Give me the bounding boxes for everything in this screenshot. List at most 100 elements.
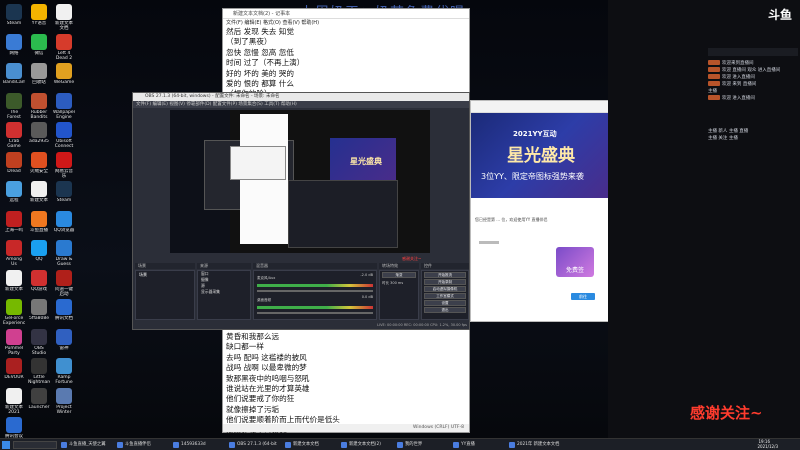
- browser-toolbar[interactable]: [471, 101, 609, 113]
- desktop-icon[interactable]: 网易云音乐: [53, 151, 75, 179]
- desktop-icon[interactable]: 微信: [28, 33, 50, 61]
- taskbar[interactable]: 斗鱼直播_天使之翼 斗鱼直播伴侣 14593633d OBS 27.1.3 (64-b…: [0, 438, 800, 450]
- taskbar-app-button[interactable]: 新建文本文档: [284, 440, 338, 450]
- app-icon: [56, 122, 72, 138]
- overlay-thanks-text: 感谢关注~: [690, 404, 763, 422]
- desktop-icon[interactable]: 回收站: [28, 63, 50, 90]
- notepad-lyrics-lower[interactable]: 黄昏和我那么远 缺口都一样 去吗 配吗 这褴褛的披风 战吗 战啊 以最卑微的梦 致那黑夜…: [226, 332, 465, 436]
- desktop-icon[interactable]: 新建文本: [28, 181, 50, 208]
- volume-slider[interactable]: [257, 312, 373, 314]
- desktop-icon[interactable]: Pummel Party: [3, 328, 25, 356]
- app-icon: [56, 210, 72, 227]
- transition-select[interactable]: 渐变: [382, 272, 416, 278]
- start-button[interactable]: [2, 441, 10, 449]
- control-button[interactable]: 启动虚拟摄像机: [424, 286, 466, 292]
- desktop-icon[interactable]: Crab Game: [3, 122, 25, 149]
- desktop-icon[interactable]: Ramp Fortune: [53, 358, 75, 385]
- douyu-chat-list[interactable]: 欢迎来到直播间 欢迎 直播间 观众 进入直播间 欢迎 进入直播间 欢迎 来到 直播间主…: [708, 60, 798, 102]
- desktop-icon[interactable]: QQ: [28, 240, 50, 267]
- chat-text: 欢迎 进入直播间: [722, 96, 755, 101]
- desktop-icon[interactable]: 远程: [3, 181, 25, 208]
- app-icon: [31, 240, 47, 256]
- desktop-icon[interactable]: 上海一鸣: [3, 210, 25, 238]
- taskbar-app-button[interactable]: 14593633d: [172, 440, 226, 450]
- desktop-icon[interactable]: OBS Studio: [28, 328, 50, 356]
- desktop-icon[interactable]: The Forest: [3, 92, 25, 120]
- desktop-icon[interactable]: Project Winter: [53, 387, 75, 415]
- desktop-icon[interactable]: GeForce Experience: [3, 299, 25, 326]
- taskbar-app-button[interactable]: OBS 27.1.3 (64-bit: [228, 440, 282, 450]
- desktop-icon[interactable]: 雷神: [53, 328, 75, 356]
- clock-date[interactable]: 2021/12/3: [757, 444, 778, 450]
- duration-value[interactable]: 300 ms: [390, 281, 403, 285]
- scene-item[interactable]: 场景: [136, 271, 194, 279]
- desktop-icon[interactable]: DEVOUR: [3, 358, 25, 385]
- taskbar-app-button[interactable]: YY直播: [452, 440, 506, 450]
- notepad-lyrics-upper[interactable]: 然后 发现 失去 知觉 （到了黑夜） 忽快 忽慢 忽高 忽低 时间 过了（不再上演）好…: [226, 27, 465, 100]
- desktop-icon[interactable]: Little Nightmares: [28, 358, 50, 385]
- obs-preview-canvas[interactable]: 星光盛典 感谢关注~: [170, 110, 430, 261]
- desktop-icon[interactable]: 新建文本文档: [53, 4, 75, 31]
- mixer-track[interactable]: 麦克风/Aux -2.0 dB: [254, 271, 376, 293]
- desktop-icon[interactable]: Steam: [53, 181, 75, 208]
- obs-menubar[interactable]: 文件(F) 编辑(E) 视图(V) 停靠部件(D) 配置文件(P) 场景集合(S…: [133, 101, 469, 108]
- desktop-icon[interactable]: 腾讯文档: [53, 299, 75, 326]
- mixer-track-db: 0.0 dB: [361, 295, 373, 299]
- desktop-icon[interactable]: 网络: [3, 33, 25, 61]
- taskbar-app-button[interactable]: 斗鱼直播伴侣: [116, 440, 170, 450]
- control-button[interactable]: 开始录制: [424, 279, 466, 285]
- notepad-menubar[interactable]: 文件(F) 编辑(E) 格式(O) 查看(V) 帮助(H): [223, 19, 469, 27]
- taskbar-app-button[interactable]: 新建文本文档(2): [340, 440, 394, 450]
- app-icon: [56, 328, 72, 345]
- control-button[interactable]: 工作室模式: [424, 293, 466, 299]
- source-item[interactable]: 显示器采集: [198, 289, 250, 295]
- taskbar-app-button[interactable]: 我的世界: [396, 440, 450, 450]
- controls-dock[interactable]: 开始推流 开始录制 启动虚拟摄像机 工作室模式 设置 退出: [421, 270, 469, 320]
- desktop-icon[interactable]: Ubisoft Connect: [53, 122, 75, 149]
- transitions-dock[interactable]: 渐变 时长 300 ms: [379, 270, 419, 320]
- scenes-dock[interactable]: 场景: [135, 270, 195, 320]
- douyu-panel[interactable]: 斗鱼 欢迎来到直播间 欢迎 直播间 观众 进入直播间 欢迎 进入直播间 欢迎 来到 直…: [608, 0, 800, 438]
- control-button[interactable]: 设置: [424, 300, 466, 306]
- browser-ad-tile[interactable]: 免费签: [556, 247, 594, 277]
- lyric-line: 缺口都一样: [226, 342, 264, 352]
- obs-titlebar[interactable]: OBS 27.1.3 (64-bit, windows) - 配置文件: 未命名…: [133, 93, 469, 101]
- taskbar-app-button[interactable]: 斗鱼直播_天使之翼: [60, 440, 114, 450]
- yy-promo-banner[interactable]: 2021YY互动 星光盛典 3位YY、限定帝图标强势来袭: [471, 113, 611, 198]
- desktop-icon[interactable]: Rubber Bandits: [28, 92, 50, 120]
- taskbar-app-button[interactable]: 2021年 新建文本文档: [508, 440, 562, 450]
- desktop-icon[interactable]: Launcher: [28, 387, 50, 415]
- desktop-icon[interactable]: QQ游戏: [28, 269, 50, 297]
- search-box[interactable]: [13, 441, 57, 449]
- browser-go-button[interactable]: 前往: [571, 293, 595, 300]
- desktop-icon[interactable]: YY语音: [28, 4, 50, 31]
- desktop-icon[interactable]: Draw & Guess: [53, 240, 75, 267]
- desktop-icon[interactable]: Among Us: [3, 240, 25, 267]
- desktop-icon-label: 微信: [34, 50, 44, 56]
- desktop-icon[interactable]: 斗鱼直播: [28, 210, 50, 238]
- volume-slider[interactable]: [257, 290, 373, 292]
- desktop-icon[interactable]: QQ浏览器: [53, 210, 75, 238]
- mixer-track[interactable]: 桌面音频 0.0 dB: [254, 293, 376, 315]
- notepad-titlebar[interactable]: 新建文本文档(2) - 记事本: [223, 9, 469, 19]
- desktop-icon[interactable]: Dread: [3, 151, 25, 179]
- desktop-icon[interactable]: Steam: [3, 4, 25, 31]
- desktop-icon[interactable]: 5ffa808e: [28, 299, 50, 326]
- desktop-icon[interactable]: ada2935: [28, 122, 50, 149]
- desktop-icon[interactable]: 问道一键启动: [53, 269, 75, 297]
- control-button[interactable]: 开始推流: [424, 272, 466, 278]
- desktop-icon[interactable]: 新建文本 2021: [3, 387, 25, 415]
- desktop-icon[interactable]: WeGame: [53, 63, 75, 90]
- mixer-dock[interactable]: 麦克风/Aux -2.0 dB 桌面音频 0.0 dB: [253, 270, 377, 320]
- control-button[interactable]: 退出: [424, 307, 466, 313]
- browser-window[interactable]: 2021YY互动 星光盛典 3位YY、限定帝图标强势来袭 您已经是第 ... 位…: [470, 100, 611, 322]
- chat-message: 欢迎 进入直播间: [708, 95, 798, 102]
- desktop-icon[interactable]: Wallpaper Engine: [53, 92, 75, 120]
- obs-window[interactable]: OBS 27.1.3 (64-bit, windows) - 配置文件: 未命名…: [132, 92, 470, 330]
- sources-dock[interactable]: 窗口 摄像源显示器采集: [197, 270, 251, 320]
- desktop-icon[interactable]: BandiCam: [3, 63, 25, 90]
- desktop-icon[interactable]: 新建文本: [3, 269, 25, 297]
- desktop-icon-label: 斗鱼直播: [30, 227, 48, 233]
- desktop-icon[interactable]: Left 4 Dead 2: [53, 33, 75, 61]
- desktop-icon[interactable]: 火绒安全: [28, 151, 50, 179]
